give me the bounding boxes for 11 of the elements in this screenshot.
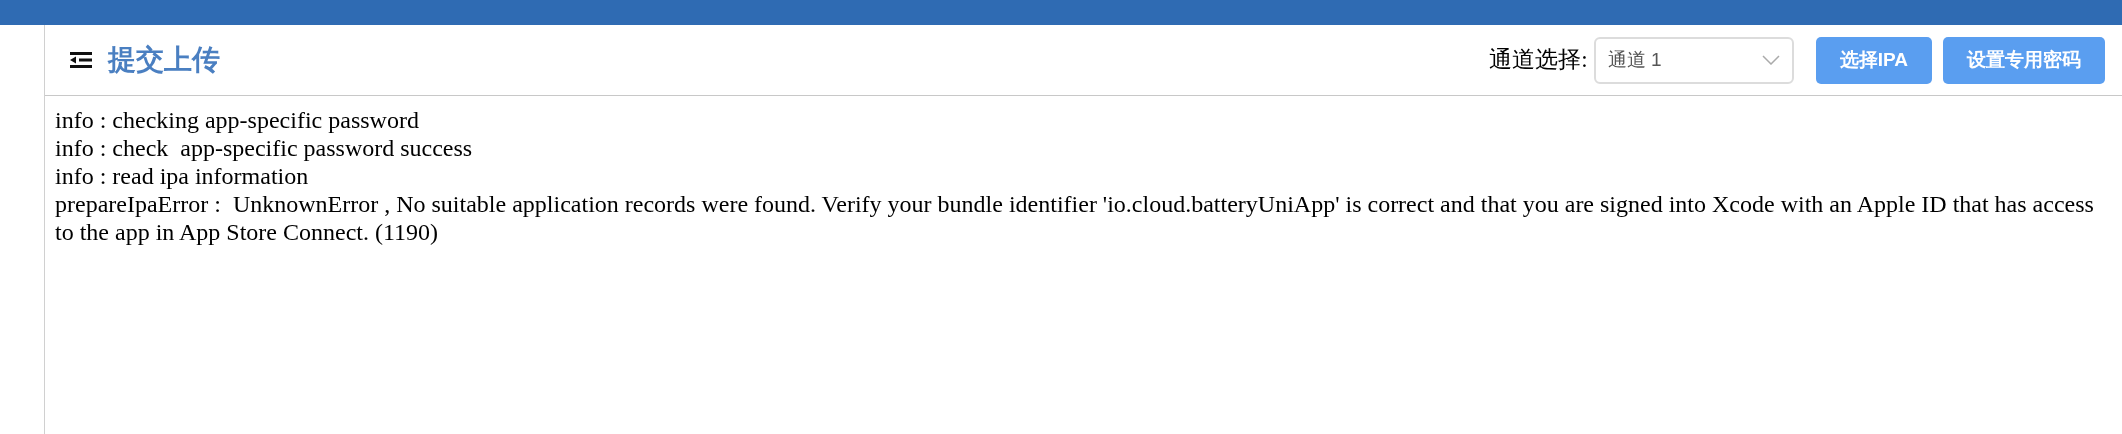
menu-collapse-icon[interactable] <box>70 52 92 68</box>
chevron-down-icon <box>1761 55 1780 65</box>
action-button[interactable]: 设置专用密码 <box>1943 36 2105 84</box>
log-line: info : check app-specific password success <box>55 134 474 162</box>
action-button[interactable]: 选择IPA <box>1815 36 1932 84</box>
channel-select[interactable]: 通道 1 <box>1593 36 1794 84</box>
channel-label: 通道选择: <box>1489 45 1588 74</box>
log-line: prepareIpaError : UnknownError , No suitable application records were found. Verify your bundle identifier 'io.cloud.batteryUniApp' is correct and that you are signed into Xcode with an Apple ID that has access to the app in App Store Connect. (1190) <box>55 190 2095 246</box>
log-line: info : read ipa information <box>55 162 310 190</box>
page-title: 提交上传 <box>108 43 220 77</box>
log-line: info : checking app-specific password <box>55 106 420 134</box>
